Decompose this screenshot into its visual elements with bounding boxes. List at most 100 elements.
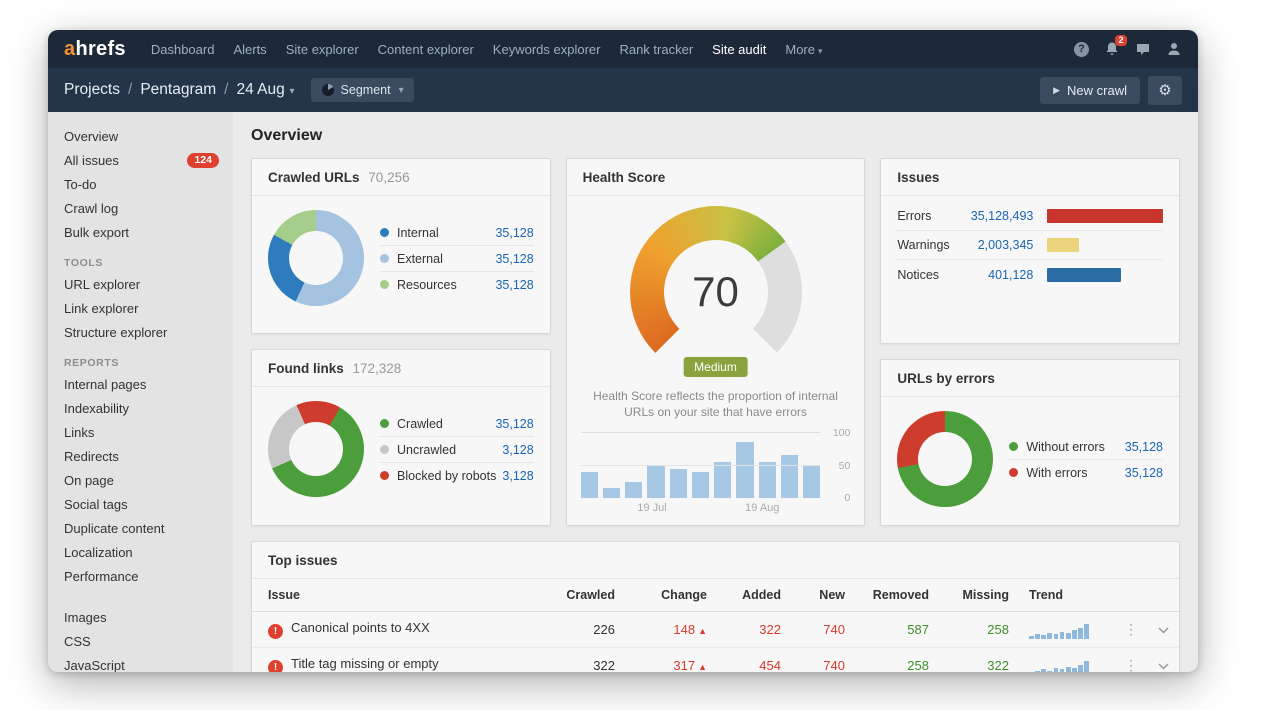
column-new[interactable]: New bbox=[791, 579, 855, 612]
new-value[interactable]: 740 bbox=[791, 611, 855, 648]
ahrefs-logo[interactable]: ahrefs bbox=[64, 38, 126, 61]
sidebar-item-indexability[interactable]: Indexability bbox=[48, 396, 233, 420]
legend-value[interactable]: 3,128 bbox=[502, 469, 533, 483]
help-icon[interactable]: ? bbox=[1074, 41, 1089, 57]
column-missing[interactable]: Missing bbox=[939, 579, 1019, 612]
added-value[interactable]: 454 bbox=[717, 647, 791, 672]
missing-value[interactable]: 258 bbox=[939, 611, 1019, 648]
legend-item-without-errors[interactable]: Without errors 35,128 bbox=[1009, 434, 1164, 460]
crawled-value[interactable]: 322 bbox=[545, 647, 625, 672]
expand-row-button[interactable] bbox=[1148, 647, 1179, 672]
nav-site-audit[interactable]: Site audit bbox=[712, 42, 766, 57]
legend-value[interactable]: 35,128 bbox=[1125, 466, 1163, 480]
nav-content-explorer[interactable]: Content explorer bbox=[378, 42, 474, 57]
breadcrumb-project-name[interactable]: Pentagram bbox=[140, 81, 216, 99]
settings-button[interactable]: ⚙ bbox=[1148, 75, 1182, 105]
issues-row-warnings[interactable]: Warnings 2,003,345 bbox=[897, 231, 1164, 260]
sidebar-item-images[interactable]: Images bbox=[48, 605, 233, 629]
new-crawl-button[interactable]: ▶ New crawl bbox=[1040, 76, 1140, 104]
account-button[interactable] bbox=[1166, 41, 1182, 57]
sidebar-item-label: Link explorer bbox=[64, 300, 139, 316]
issue-name[interactable]: Canonical points to 4XX bbox=[291, 620, 430, 635]
sidebar-item-all-issues[interactable]: All issues 124 bbox=[48, 148, 233, 172]
sidebar-item-social-tags[interactable]: Social tags bbox=[48, 492, 233, 516]
table-row-title-missing[interactable]: ! Title tag missing or empty 322 317 ▲ 454… bbox=[252, 647, 1179, 672]
sidebar-item-on-page[interactable]: On page bbox=[48, 468, 233, 492]
issue-count[interactable]: 2,003,345 bbox=[961, 238, 1047, 252]
sidebar-item-overview[interactable]: Overview bbox=[48, 124, 233, 148]
legend-item-crawled[interactable]: Crawled 35,128 bbox=[380, 411, 534, 437]
change-value[interactable]: 317 bbox=[673, 658, 695, 672]
more-options-icon[interactable]: ⋮ bbox=[1124, 621, 1138, 637]
column-trend[interactable]: Trend bbox=[1019, 579, 1114, 612]
table-row-canonical-4xx[interactable]: ! Canonical points to 4XX 226 148 ▲ 322 74… bbox=[252, 611, 1179, 648]
issue-name[interactable]: Title tag missing or empty bbox=[291, 656, 439, 671]
sidebar-item-label: Localization bbox=[64, 544, 133, 560]
sidebar-item-internal-pages[interactable]: Internal pages bbox=[48, 372, 233, 396]
column-change[interactable]: Change bbox=[625, 579, 717, 612]
health-score-value: 70 bbox=[692, 268, 739, 315]
legend-value[interactable]: 35,128 bbox=[1125, 440, 1163, 454]
legend-value[interactable]: 35,128 bbox=[495, 417, 533, 431]
nav-dashboard[interactable]: Dashboard bbox=[151, 42, 215, 57]
all-issues-count-badge: 124 bbox=[187, 152, 219, 168]
column-issue[interactable]: Issue bbox=[252, 579, 545, 612]
sidebar-item-bulk-export[interactable]: Bulk export bbox=[48, 220, 233, 244]
messages-button[interactable] bbox=[1135, 41, 1151, 57]
issue-count[interactable]: 35,128,493 bbox=[961, 209, 1047, 223]
legend-item-internal[interactable]: Internal 35,128 bbox=[380, 220, 534, 246]
notifications-button[interactable]: 2 bbox=[1104, 35, 1127, 57]
legend-item-blocked[interactable]: Blocked by robots.txt 3,128 bbox=[380, 463, 534, 488]
sidebar-item-crawl-log[interactable]: Crawl log bbox=[48, 196, 233, 220]
sidebar-item-link-explorer[interactable]: Link explorer bbox=[48, 296, 233, 320]
nav-keywords-explorer[interactable]: Keywords explorer bbox=[493, 42, 601, 57]
issues-row-notices[interactable]: Notices 401,128 bbox=[897, 260, 1163, 289]
sidebar-item-links[interactable]: Links bbox=[48, 420, 233, 444]
sidebar-item-css[interactable]: CSS bbox=[48, 629, 233, 653]
sidebar-item-localization[interactable]: Localization bbox=[48, 540, 233, 564]
column-added[interactable]: Added bbox=[717, 579, 791, 612]
sidebar-item-to-do[interactable]: To-do bbox=[48, 172, 233, 196]
legend-item-resources[interactable]: Resources 35,128 bbox=[380, 272, 534, 297]
legend-value[interactable]: 3,128 bbox=[502, 443, 533, 457]
legend-item-external[interactable]: External 35,128 bbox=[380, 246, 534, 272]
column-expand bbox=[1148, 579, 1179, 612]
nav-rank-tracker[interactable]: Rank tracker bbox=[619, 42, 693, 57]
removed-value[interactable]: 258 bbox=[855, 647, 939, 672]
new-value[interactable]: 740 bbox=[791, 647, 855, 672]
issues-row-errors[interactable]: Errors 35,128,493 bbox=[897, 202, 1164, 231]
legend-value[interactable]: 35,128 bbox=[495, 226, 533, 240]
segment-dropdown[interactable]: Segment ▾ bbox=[310, 78, 414, 102]
column-crawled[interactable]: Crawled bbox=[545, 579, 625, 612]
sidebar-item-url-explorer[interactable]: URL explorer bbox=[48, 272, 233, 296]
expand-row-button[interactable] bbox=[1148, 611, 1179, 648]
nav-alerts[interactable]: Alerts bbox=[233, 42, 266, 57]
breadcrumb-projects[interactable]: Projects bbox=[64, 81, 120, 99]
missing-value[interactable]: 322 bbox=[939, 647, 1019, 672]
notification-count-badge: 2 bbox=[1114, 35, 1127, 46]
issue-count[interactable]: 401,128 bbox=[961, 268, 1047, 282]
crawled-value[interactable]: 226 bbox=[545, 611, 625, 648]
sidebar-item-label: Overview bbox=[64, 128, 119, 144]
change-value[interactable]: 148 bbox=[673, 622, 695, 637]
legend-label: Internal bbox=[397, 225, 439, 240]
added-value[interactable]: 322 bbox=[717, 611, 791, 648]
increase-arrow-icon: ▲ bbox=[698, 662, 707, 672]
sidebar-item-structure-explorer[interactable]: Structure explorer bbox=[48, 320, 233, 344]
found-links-card: Found links 172,328 Crawled 35,128 Uncra… bbox=[251, 349, 551, 526]
legend-value[interactable]: 35,128 bbox=[495, 278, 533, 292]
nav-site-explorer[interactable]: Site explorer bbox=[286, 42, 359, 57]
sidebar-item-duplicate-content[interactable]: Duplicate content bbox=[48, 516, 233, 540]
crawled-urls-card: Crawled URLs 70,256 Internal 35,128 Exte… bbox=[251, 158, 551, 334]
sidebar-item-redirects[interactable]: Redirects bbox=[48, 444, 233, 468]
legend-item-with-errors[interactable]: With errors 35,128 bbox=[1009, 460, 1163, 485]
sidebar-item-javascript[interactable]: JavaScript bbox=[48, 653, 233, 673]
legend-item-uncrawled[interactable]: Uncrawled 3,128 bbox=[380, 437, 534, 463]
more-options-icon[interactable]: ⋮ bbox=[1124, 657, 1138, 672]
crawl-date-dropdown[interactable]: 24 Aug ▾ bbox=[236, 81, 294, 99]
nav-more[interactable]: More ▾ bbox=[785, 42, 822, 57]
sidebar-item-performance[interactable]: Performance bbox=[48, 564, 233, 588]
removed-value[interactable]: 587 bbox=[855, 611, 939, 648]
legend-value[interactable]: 35,128 bbox=[495, 252, 533, 266]
column-removed[interactable]: Removed bbox=[855, 579, 939, 612]
